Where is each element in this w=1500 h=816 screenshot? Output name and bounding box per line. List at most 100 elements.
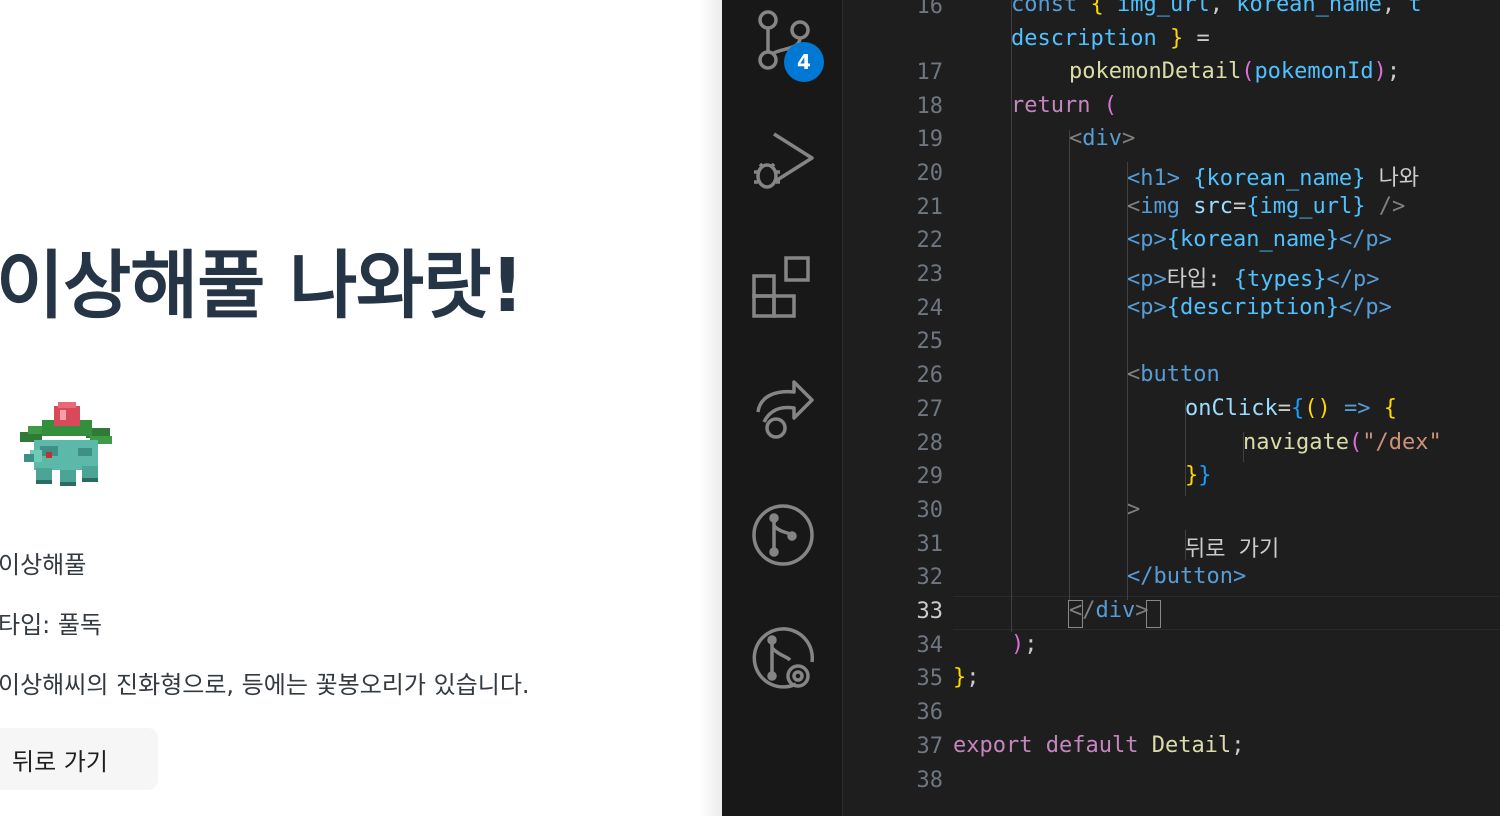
remote-explorer-icon[interactable] <box>750 378 816 444</box>
token-bracket: () <box>1304 396 1331 421</box>
code-line-24: <p>{description}</p> <box>1127 295 1392 320</box>
line-number: 18 <box>916 94 944 119</box>
code-line-35: }; <box>953 665 980 690</box>
line-number: 34 <box>916 633 944 658</box>
token-text: 뒤로 가기 <box>1185 537 1280 562</box>
code-line-34: ); <box>1011 632 1038 657</box>
line-number: 23 <box>916 262 944 287</box>
line-number: 28 <box>916 431 944 456</box>
token-punctuation: ; <box>1386 59 1401 84</box>
code-text-area[interactable]: const { img_url, korean_name, t descript… <box>953 0 1500 816</box>
code-line-16: const { img_url, korean_name, t <box>1011 0 1422 17</box>
token-tag: div <box>1095 598 1136 623</box>
bracket-match-highlight <box>1146 600 1161 628</box>
token-expression: {description} <box>1166 295 1339 320</box>
token-keyword: export <box>953 733 1033 758</box>
token-punctuation: / <box>1082 598 1096 623</box>
token-operator: = <box>1233 194 1247 219</box>
run-debug-icon[interactable] <box>750 128 816 194</box>
token-tag: <h1> <box>1127 166 1180 191</box>
token-variable: description <box>1011 26 1157 51</box>
token-punctuation: > <box>1127 497 1141 522</box>
token-bracket: { <box>1383 396 1397 421</box>
back-button[interactable]: 뒤로 가기 <box>0 728 158 790</box>
token-punctuation: ; <box>1231 733 1245 758</box>
token-bracket: { <box>1290 396 1305 421</box>
line-number: 29 <box>916 464 944 489</box>
line-number-active: 33 <box>916 599 944 624</box>
token-text: 나와 <box>1378 166 1420 191</box>
token-tag: </button> <box>1127 564 1247 589</box>
line-number: 35 <box>916 666 944 691</box>
line-number: 21 <box>916 195 944 220</box>
token-string: "/dex" <box>1362 430 1442 455</box>
token-bracket: { <box>1090 0 1104 17</box>
extensions-icon[interactable] <box>750 254 816 320</box>
current-line-highlight <box>953 596 1500 630</box>
code-line-21: <img src={img_url} /> <box>1127 194 1405 219</box>
token-keyword: default <box>1045 733 1139 758</box>
line-number: 24 <box>916 296 944 321</box>
token-tag: </p> <box>1338 227 1392 252</box>
source-control-badge: 4 <box>784 42 824 82</box>
pokemon-name: 이상해풀 <box>0 551 87 579</box>
page-title: 이상해풀 나와랏! <box>0 243 524 329</box>
code-editor: 4 16 17 18 19 20 21 22 23 24 25 26 27 28… <box>722 0 1500 816</box>
line-number: 27 <box>916 397 944 422</box>
token-operator: = <box>1196 26 1210 51</box>
line-number: 32 <box>916 565 944 590</box>
token-tag: button <box>1140 362 1220 387</box>
token-text: 타입: <box>1166 267 1234 292</box>
token-tag: </p> <box>1338 295 1392 320</box>
pokemon-type: 타입: 풀독 <box>0 611 103 639</box>
token-tag: <p> <box>1127 227 1167 252</box>
token-bracket: } <box>953 665 967 690</box>
token-punctuation: < <box>1069 126 1083 151</box>
token-tag: </p> <box>1326 267 1380 292</box>
token-bracket: } <box>1169 26 1184 51</box>
token-punctuation: ; <box>966 665 980 690</box>
code-line-20: <h1> {korean_name} 나와 <box>1127 160 1419 192</box>
token-expression: {korean_name} <box>1193 166 1366 191</box>
code-line-30: > <box>1127 497 1140 522</box>
git-graph-icon[interactable] <box>750 502 816 568</box>
github-pull-request-icon[interactable] <box>750 626 816 692</box>
line-number: 36 <box>916 700 944 725</box>
line-number: 31 <box>916 532 944 557</box>
code-line-19: <div> <box>1069 126 1135 151</box>
code-line-17: pokemonDetail(pokemonId); <box>1069 59 1400 84</box>
code-line-23: <p>타입: {types}</p> <box>1127 261 1379 293</box>
token-bracket: ( <box>1241 59 1255 84</box>
code-line-26: <button <box>1127 362 1220 387</box>
pokemon-description: 이상해씨의 진화형으로, 등에는 꽃봉오리가 있습니다. <box>0 671 530 699</box>
token-function: pokemonDetail <box>1069 59 1242 84</box>
token-punctuation: ; <box>1024 632 1038 657</box>
line-number: 38 <box>916 768 944 793</box>
line-number: 17 <box>916 60 944 85</box>
line-number: 25 <box>916 329 944 354</box>
token-punctuation: , <box>1209 0 1223 17</box>
line-number: 37 <box>916 734 944 759</box>
pane-divider <box>700 0 722 816</box>
token-expression: {types} <box>1233 267 1327 292</box>
token-variable: korean_name <box>1236 0 1382 17</box>
token-bracket: ( <box>1348 430 1363 455</box>
code-line-22: <p>{korean_name}</p> <box>1127 227 1392 252</box>
code-line-18: return ( <box>1011 93 1117 118</box>
browser-preview: 이상해풀 나와랏! 이상해풀 타입: 풀독 이상해씨의 진화형으로, 등에는 꽃… <box>0 0 720 816</box>
code-line-29: }} <box>1185 463 1212 488</box>
token-expression: {img_url} <box>1246 194 1366 219</box>
line-number: 16 <box>916 0 944 19</box>
token-variable: pokemonId <box>1254 59 1374 84</box>
token-identifier: Detail <box>1151 733 1232 758</box>
line-number: 26 <box>916 363 944 388</box>
indent-guide <box>1069 130 1070 600</box>
line-number: 19 <box>916 127 944 152</box>
line-number-gutter: 16 17 18 19 20 21 22 23 24 25 26 27 28 2… <box>843 0 953 816</box>
ivysaur-sprite <box>20 402 116 488</box>
token-bracket: } <box>1198 463 1212 488</box>
token-attribute: src <box>1193 194 1233 219</box>
token-variable: t <box>1408 0 1422 17</box>
token-keyword: return <box>1011 93 1091 118</box>
code-line-27: onClick={() => { <box>1185 396 1397 421</box>
